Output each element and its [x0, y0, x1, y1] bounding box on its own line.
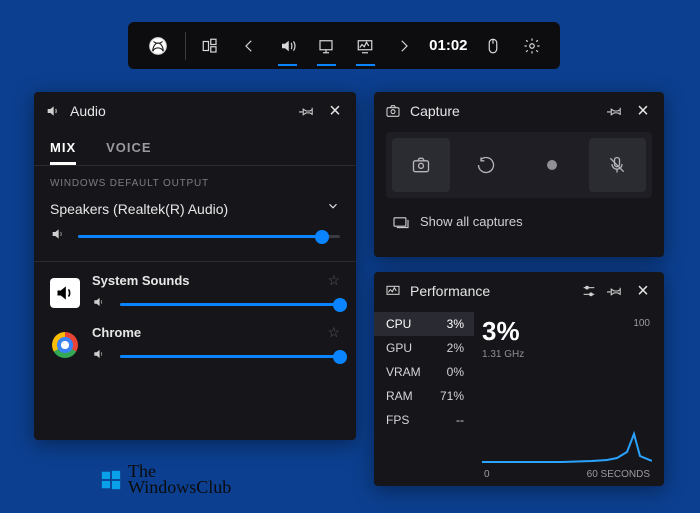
- y-min-label: 0: [484, 469, 490, 480]
- clock-display: 01:02: [424, 26, 472, 66]
- watermark: The WindowsClub: [100, 464, 231, 495]
- performance-panel-title: Performance: [410, 283, 572, 299]
- x-axis-label: 60 SECONDS: [587, 469, 650, 480]
- widgets-icon[interactable]: [191, 26, 228, 66]
- performance-tool-button[interactable]: [347, 26, 384, 66]
- master-volume-slider[interactable]: [34, 220, 356, 262]
- app-volume-slider[interactable]: [92, 347, 340, 366]
- pin-icon[interactable]: [606, 102, 624, 120]
- y-max-label: 100: [633, 318, 650, 329]
- close-icon[interactable]: ×: [324, 101, 346, 121]
- pin-icon[interactable]: [606, 282, 624, 300]
- audio-panel: Audio × MIX VOICE WINDOWS DEFAULT OUTPUT…: [34, 92, 356, 440]
- chrome-icon: [50, 330, 80, 360]
- speaker-icon: [44, 102, 62, 120]
- favorite-star-icon[interactable]: ☆: [327, 324, 340, 341]
- metric-vram[interactable]: VRAM0%: [374, 360, 474, 384]
- current-frequency: 1.31 GHz: [482, 349, 652, 360]
- chevron-down-icon: [326, 199, 340, 218]
- app-name: Chrome: [92, 325, 141, 340]
- metric-fps[interactable]: FPS--: [374, 408, 474, 432]
- capture-tool-button[interactable]: [308, 26, 345, 66]
- slider-track: [78, 235, 340, 238]
- sparkline-chart: [482, 394, 652, 464]
- speaker-icon: [92, 295, 110, 314]
- system-sounds-icon: [50, 278, 80, 308]
- sliders-icon[interactable]: [580, 282, 598, 300]
- perf-chart-area: 3% 1.31 GHz 100 0 60 SECONDS: [474, 312, 664, 486]
- app-volume-chrome: Chrome ☆: [34, 314, 356, 366]
- speaker-icon: [50, 226, 68, 247]
- record-button[interactable]: [523, 138, 581, 192]
- show-all-captures-label: Show all captures: [420, 214, 523, 229]
- speaker-icon: [92, 347, 110, 366]
- next-button[interactable]: [386, 26, 423, 66]
- watermark-line2: WindowsClub: [128, 480, 231, 495]
- output-device-name: Speakers (Realtek(R) Audio): [50, 201, 228, 217]
- camera-icon: [384, 102, 402, 120]
- app-volume-system-sounds: System Sounds ☆: [34, 262, 356, 314]
- app-name: System Sounds: [92, 273, 190, 288]
- show-all-captures-link[interactable]: Show all captures: [386, 198, 652, 239]
- audio-tabs: MIX VOICE: [34, 130, 356, 166]
- metric-cpu[interactable]: CPU3%: [374, 312, 474, 336]
- performance-icon: [384, 282, 402, 300]
- audio-panel-header: Audio ×: [34, 92, 356, 130]
- capture-panel-title: Capture: [410, 103, 598, 119]
- metric-list: CPU3% GPU2% VRAM0% RAM71% FPS--: [374, 312, 474, 486]
- close-icon[interactable]: ×: [632, 101, 654, 121]
- performance-panel: Performance × CPU3% GPU2% VRAM0% RAM71% …: [374, 272, 664, 486]
- record-dot-icon: [547, 160, 557, 170]
- audio-panel-title: Audio: [70, 103, 290, 119]
- favorite-star-icon[interactable]: ☆: [327, 272, 340, 289]
- capture-panel: Capture × Show all captures: [374, 92, 664, 257]
- gamebar-topbar: 01:02: [128, 22, 560, 69]
- settings-gear-icon[interactable]: [513, 26, 550, 66]
- toolbar-divider: [185, 32, 186, 60]
- metric-ram[interactable]: RAM71%: [374, 384, 474, 408]
- mic-off-button[interactable]: [589, 138, 647, 192]
- output-device-dropdown[interactable]: Speakers (Realtek(R) Audio): [34, 193, 356, 220]
- mouse-icon[interactable]: [474, 26, 511, 66]
- capture-buttons: [386, 132, 652, 198]
- windows-logo-icon: [100, 469, 122, 491]
- audio-tool-button[interactable]: [269, 26, 306, 66]
- pin-icon[interactable]: [298, 102, 316, 120]
- prev-button[interactable]: [230, 26, 267, 66]
- tab-mix[interactable]: MIX: [50, 140, 76, 165]
- xbox-icon[interactable]: [138, 26, 179, 66]
- close-icon[interactable]: ×: [632, 281, 654, 301]
- app-volume-slider[interactable]: [92, 295, 340, 314]
- metric-gpu[interactable]: GPU2%: [374, 336, 474, 360]
- screenshot-button[interactable]: [392, 138, 450, 192]
- output-section-label: WINDOWS DEFAULT OUTPUT: [34, 166, 356, 193]
- current-value: 3%: [482, 316, 652, 347]
- performance-panel-header: Performance ×: [374, 272, 664, 310]
- capture-panel-header: Capture ×: [374, 92, 664, 130]
- tab-voice[interactable]: VOICE: [106, 140, 151, 165]
- record-last-button[interactable]: [458, 138, 516, 192]
